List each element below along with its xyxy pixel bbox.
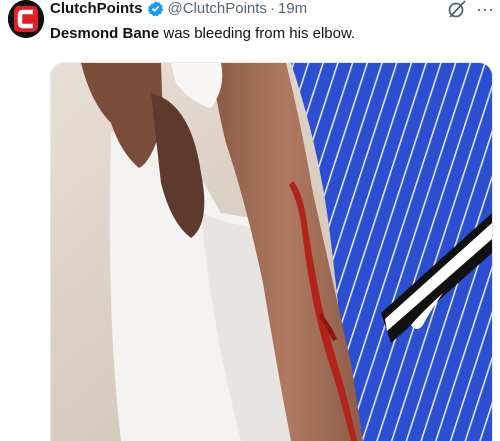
player-name: Desmond Bane	[50, 25, 160, 42]
verified-badge-icon	[147, 0, 164, 17]
tweet-text-rest: was bleeding from his elbow.	[159, 25, 356, 42]
grok-icon[interactable]	[446, 0, 468, 20]
tweet-timestamp[interactable]: 19m	[278, 0, 307, 17]
tweet-text: Desmond Bane was bleeding from his elbow…	[50, 25, 355, 42]
author-display-name[interactable]: ClutchPoints	[50, 0, 143, 17]
author-handle[interactable]: @ClutchPoints	[168, 0, 267, 17]
tweet-photo[interactable]	[50, 62, 493, 441]
more-horizontal-icon[interactable]: ···	[476, 0, 494, 18]
separator-dot: ·	[269, 0, 275, 17]
tweet-header: ClutchPoints @ClutchPoints · 19m	[50, 0, 307, 18]
avatar[interactable]	[8, 0, 44, 38]
